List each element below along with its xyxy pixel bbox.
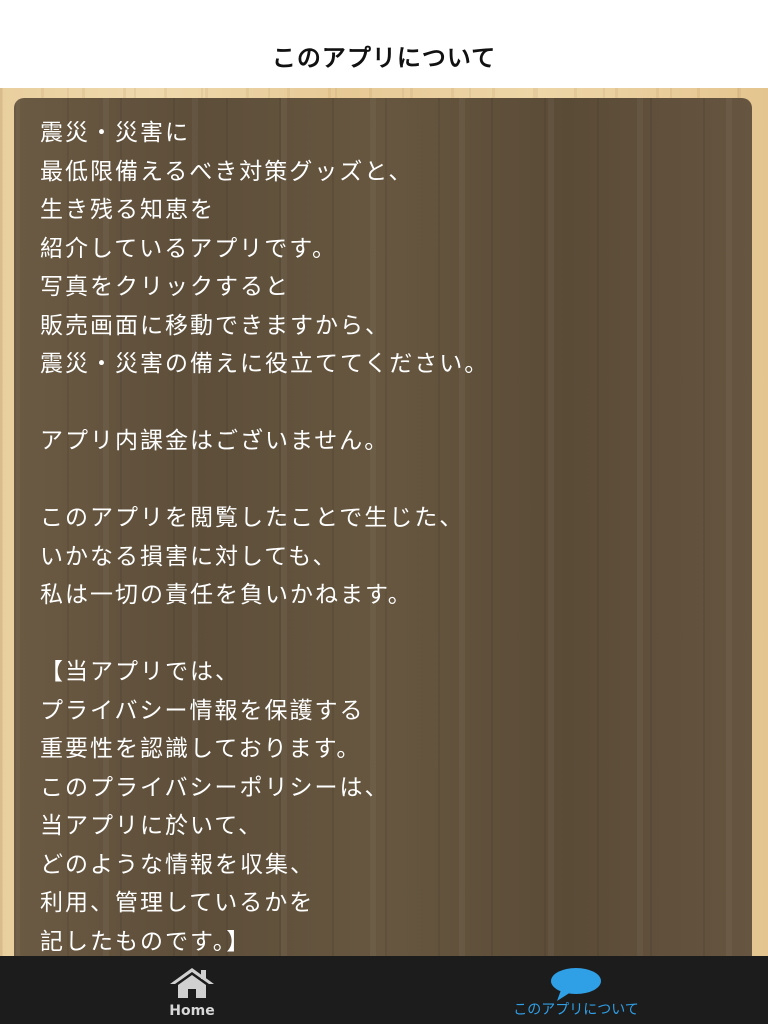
- page-title: このアプリについて: [271, 43, 497, 72]
- speech-bubble-icon: [549, 966, 603, 1006]
- home-icon: [168, 966, 216, 1004]
- tab-bar: Home このアプリについて: [0, 956, 768, 1024]
- tab-home-label: Home: [169, 1003, 215, 1019]
- tab-about[interactable]: このアプリについて: [384, 956, 768, 1024]
- app-header: このアプリについて: [0, 0, 768, 88]
- content-panel[interactable]: 震災・災害に 最低限備えるべき対策グッズと、 生き残る知恵を 紹介しているアプリ…: [14, 98, 752, 956]
- tab-home[interactable]: Home: [0, 956, 384, 1024]
- about-text: 震災・災害に 最低限備えるべき対策グッズと、 生き残る知恵を 紹介しているアプリ…: [40, 120, 490, 955]
